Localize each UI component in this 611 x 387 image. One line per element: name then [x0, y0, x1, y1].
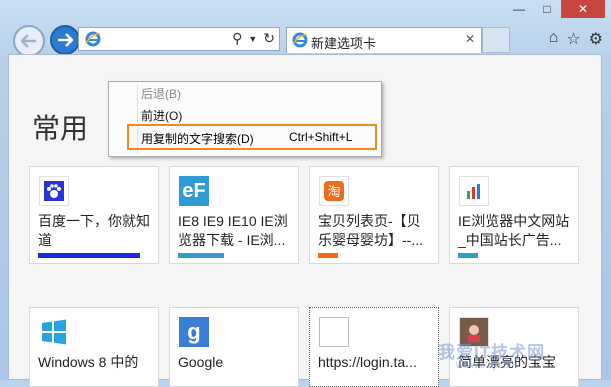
svg-text:淘: 淘 — [327, 185, 340, 200]
refresh-icon[interactable]: ↻ — [263, 30, 275, 47]
tile-title: Windows 8 中的 — [38, 354, 139, 370]
tab-title: 新建选项卡 — [311, 36, 377, 51]
baidu-paw-icon — [39, 176, 69, 206]
blank-page-icon — [319, 317, 349, 347]
tile-title: 宝贝列表页-【贝乐婴母婴坊】--... — [318, 213, 423, 248]
arrow-left-icon — [21, 34, 36, 48]
toolbar-icons: ⌂ ☆ ⚙ — [549, 29, 603, 49]
chevron-down-icon[interactable]: ▼ — [248, 34, 257, 47]
context-menu: 后退(B) 前进(O) 用复制的文字搜索(D) Ctrl+Shift+L — [108, 81, 382, 157]
menu-item-back: 后退(B) — [141, 87, 181, 101]
tile-title: IE8 IE9 IE10 IE浏览器下载 - IE浏... — [178, 213, 288, 248]
chart-icon — [459, 176, 489, 206]
new-tab-button[interactable] — [482, 27, 510, 53]
frequent-site-tile[interactable]: g Google — [169, 307, 299, 387]
menu-item-forward[interactable]: 前进(O) — [141, 107, 182, 125]
gear-icon[interactable]: ⚙ — [589, 29, 603, 49]
address-input[interactable] — [105, 30, 229, 46]
visit-frequency-bar — [318, 253, 338, 258]
watermark-url: www.52ij.com — [456, 360, 518, 371]
search-icon[interactable]: ⚲ — [232, 30, 242, 47]
back-button[interactable] — [13, 25, 45, 57]
ie-page-icon — [85, 31, 101, 52]
ie-logo-icon: eF — [179, 176, 209, 206]
frequent-site-tile[interactable]: IE浏览器中文网站_中国站长广告... — [449, 166, 579, 264]
maximize-button[interactable]: □ — [533, 0, 561, 18]
tile-title: IE浏览器中文网站_中国站长广告... — [458, 213, 570, 248]
menu-item-label: 用复制的文字搜索(D) — [141, 132, 254, 146]
page-title: 常用 — [32, 113, 89, 144]
visit-frequency-bar — [38, 253, 140, 258]
tile-title: Google — [178, 354, 224, 370]
tile-title: https://login.ta... — [318, 354, 417, 370]
window-caption-buttons: — □ ✕ — [505, 0, 605, 18]
visit-frequency-bar — [458, 253, 478, 258]
google-g-icon: g — [179, 317, 209, 347]
menu-item-search-copied-text[interactable]: 用复制的文字搜索(D) Ctrl+Shift+L — [127, 124, 377, 150]
frequent-site-tile[interactable]: eF IE8 IE9 IE10 IE浏览器下载 - IE浏... — [169, 166, 299, 264]
arrow-right-icon — [58, 33, 73, 47]
tile-title: 百度一下，你就知道 — [38, 213, 150, 248]
ie-tab-icon — [292, 32, 308, 51]
home-icon[interactable]: ⌂ — [549, 29, 559, 49]
frequent-site-tile[interactable]: 百度一下，你就知道 — [29, 166, 159, 264]
menu-item-shortcut: Ctrl+Shift+L — [289, 130, 353, 144]
visit-frequency-bar — [178, 253, 224, 258]
frequent-site-tile[interactable]: Windows 8 中的 — [29, 307, 159, 387]
forward-button[interactable] — [50, 25, 80, 55]
windows-logo-icon — [39, 317, 69, 347]
favorites-star-icon[interactable]: ☆ — [566, 29, 580, 49]
address-bar[interactable]: ⚲ ▼ ↻ — [78, 27, 280, 51]
close-window-button[interactable]: ✕ — [561, 0, 605, 18]
close-tab-icon[interactable]: ✕ — [465, 32, 475, 46]
frequent-site-tile[interactable]: https://login.ta... — [309, 307, 439, 387]
frequent-site-tile[interactable]: 淘 宝贝列表页-【贝乐婴母婴坊】--... — [309, 166, 439, 264]
minimize-button[interactable]: — — [505, 0, 533, 18]
tab-new[interactable]: 新建选项卡 ✕ — [286, 27, 482, 53]
taobao-icon: 淘 — [319, 176, 349, 206]
